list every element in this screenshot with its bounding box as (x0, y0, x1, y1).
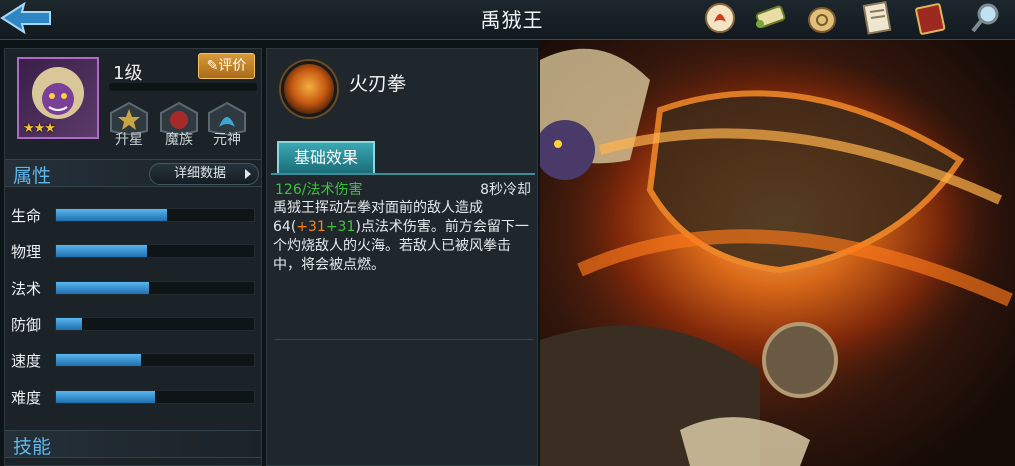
stat-bar (55, 317, 255, 331)
rate-button[interactable]: ✎评价 (198, 53, 255, 79)
stat-bar (55, 244, 255, 258)
coin-bag-button[interactable] (802, 0, 842, 36)
stat-bar (55, 353, 255, 367)
stat-bar-fill (56, 391, 155, 403)
scroll-icon (755, 5, 786, 28)
coin-bag-icon (808, 7, 836, 33)
stat-bar-fill (56, 318, 82, 330)
document-button[interactable] (856, 0, 896, 36)
hero-portrait[interactable]: ★★★ (17, 57, 99, 139)
stat-bar-fill (56, 209, 167, 221)
stat-label: 生命 (11, 207, 42, 225)
hero-stars: ★★★ (23, 121, 56, 136)
stat-row: 物理 (11, 241, 261, 261)
book-icon (915, 3, 946, 35)
tab-basic-effect[interactable]: 基础效果 (277, 141, 375, 173)
stat-bar (55, 390, 255, 404)
skill-name: 火刃拳 (349, 73, 407, 95)
skill-detail-panel: 火刃拳 基础效果 126/法术伤害 8秒冷却 禹狨王挥动左拳对面前的敌人造成64… (266, 48, 538, 466)
book-button[interactable] (910, 0, 950, 36)
stat-label: 法术 (11, 280, 42, 298)
stat-row: 生命 (11, 205, 261, 225)
scroll-button[interactable] (750, 0, 790, 36)
play-arrow-icon (245, 169, 251, 179)
level-progress-bar (109, 83, 257, 91)
rate-label: 评价 (218, 58, 247, 74)
stat-bar (55, 281, 255, 295)
spirit-button[interactable]: 元神 (205, 101, 249, 148)
stat-row: 速度 (11, 350, 261, 370)
divider (275, 339, 533, 340)
stat-label: 物理 (11, 243, 42, 261)
hero-artwork (540, 40, 1015, 466)
magnifier-icon (971, 3, 999, 33)
star-up-label: 升星 (115, 132, 143, 148)
stat-row: 法术 (11, 278, 261, 298)
stat-bar (55, 208, 255, 222)
stat-row: 难度 (11, 387, 261, 407)
hero-level: 1级 (113, 63, 143, 84)
stat-label: 速度 (11, 352, 42, 370)
demon-clan-button[interactable]: 魔族 (157, 101, 201, 148)
desc-bonus-green: +31 (325, 219, 356, 235)
hero-info-panel: ★★★ 1级 ✎评价 升星 魔族 元神 属性 详细数据 生命 物理 法术 防御 … (4, 48, 262, 466)
skill-damage: 126/法术伤害 (275, 182, 363, 198)
tab-underline (271, 173, 535, 175)
detail-data-label: 详细数据 (174, 166, 227, 181)
edit-icon: ✎ (206, 58, 219, 74)
stat-label: 防御 (11, 316, 42, 334)
fire-fist-skill-icon[interactable] (281, 61, 337, 117)
attributes-header: 属性 详细数据 (5, 159, 261, 187)
demon-clan-label: 魔族 (165, 132, 193, 148)
skills-header: 技能 (5, 430, 261, 458)
fire-scroll-icon (705, 3, 735, 33)
magnifier-button[interactable] (966, 0, 1006, 36)
stat-bar-fill (56, 282, 150, 294)
stat-bar-fill (56, 354, 142, 366)
top-bar: 禹狨王 (0, 0, 1015, 40)
stat-label: 难度 (11, 389, 42, 407)
hero-splash-image (540, 48, 1013, 466)
desc-bonus-orange: +31 (296, 219, 326, 235)
skill-cooldown: 8秒冷却 (480, 182, 531, 198)
star-up-button[interactable]: 升星 (107, 101, 151, 148)
fire-scroll-button[interactable] (700, 0, 740, 36)
stat-bar-fill (56, 245, 148, 257)
skills-title: 技能 (13, 436, 52, 458)
document-icon (862, 0, 892, 35)
skill-description: 禹狨王挥动左拳对面前的敌人造成64(+31+31)点法术伤害。前方会留下一个灼烧… (273, 199, 537, 275)
detail-data-button[interactable]: 详细数据 (149, 163, 259, 185)
spirit-label: 元神 (213, 132, 241, 148)
stat-row: 防御 (11, 314, 261, 334)
attributes-title: 属性 (13, 165, 52, 187)
